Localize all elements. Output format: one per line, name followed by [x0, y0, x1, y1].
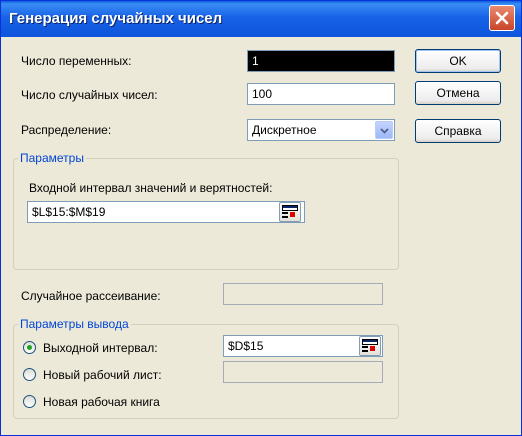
random-seed-input[interactable]	[223, 283, 383, 305]
num-vars-label: Число переменных:	[21, 54, 132, 68]
input-range-label: Входной интервал значений и верятностей:	[29, 181, 273, 195]
distribution-value: Дискретное	[252, 123, 317, 137]
output-options-legend: Параметры вывода	[18, 317, 131, 331]
input-range-value: $L$15:$M$19	[32, 205, 106, 219]
new-workbook-radio[interactable]	[23, 395, 36, 408]
close-button[interactable]	[489, 5, 515, 31]
output-range-radio[interactable]	[23, 341, 36, 354]
output-range-value: $D$15	[228, 339, 264, 353]
parameters-legend: Параметры	[18, 151, 86, 165]
num-random-label: Число случайных чисел:	[21, 88, 158, 102]
num-random-input[interactable]: 100	[247, 83, 395, 105]
distribution-dropdown-button[interactable]	[375, 121, 393, 139]
num-vars-input[interactable]: 1	[247, 50, 395, 72]
distribution-select[interactable]: Дискретное	[247, 119, 395, 141]
dialog-window: Генерация случайных чисел Число переменн…	[0, 0, 522, 436]
title-bar[interactable]: Генерация случайных чисел	[1, 1, 521, 37]
range-picker-icon	[362, 339, 378, 352]
new-sheet-radio[interactable]	[23, 368, 36, 381]
radio-selected-dot	[27, 345, 32, 350]
help-button[interactable]: Справка	[415, 119, 501, 143]
range-picker-icon	[282, 205, 298, 218]
dialog-title: Генерация случайных чисел	[9, 10, 223, 27]
output-range-label: Выходной интервал:	[43, 341, 158, 355]
cancel-button[interactable]: Отмена	[415, 81, 501, 105]
new-sheet-label: Новый рабочий лист:	[43, 368, 162, 382]
close-icon	[495, 11, 509, 25]
output-range-picker-button[interactable]	[359, 336, 381, 356]
chevron-down-icon	[380, 128, 389, 134]
random-seed-label: Случайное рассеивание:	[21, 289, 161, 303]
input-range-picker-button[interactable]	[279, 202, 301, 222]
new-workbook-label: Новая рабочая книга	[43, 395, 160, 409]
distribution-label: Распределение:	[21, 123, 112, 137]
ok-button[interactable]: OK	[415, 49, 501, 73]
input-range-field[interactable]: $L$15:$M$19	[27, 201, 305, 223]
new-sheet-input[interactable]	[223, 361, 383, 383]
